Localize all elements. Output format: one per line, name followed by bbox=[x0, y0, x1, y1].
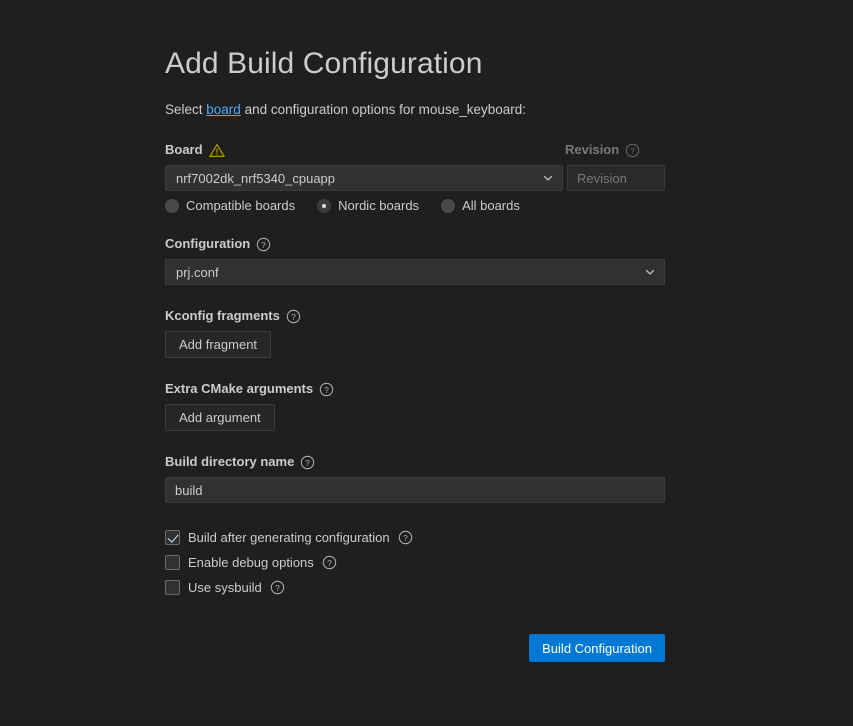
help-circle-icon[interactable]: ? bbox=[398, 530, 413, 545]
svg-text:?: ? bbox=[291, 311, 296, 321]
warning-triangle-icon bbox=[208, 142, 225, 158]
configuration-select-value: prj.conf bbox=[176, 264, 219, 280]
intro-text: Select board and configuration options f… bbox=[165, 101, 665, 119]
option-label: Build after generating configuration bbox=[188, 530, 390, 545]
configuration-field-group: Configuration ? prj.conf bbox=[165, 235, 665, 285]
board-revision-labels: Board Revision ? bbox=[165, 141, 665, 159]
option-build-after-generating[interactable]: Build after generating configuration ? bbox=[165, 527, 665, 548]
board-select[interactable]: nrf7002dk_nrf5340_cpuapp bbox=[165, 165, 563, 191]
svg-text:?: ? bbox=[275, 583, 280, 593]
build-options-group: Build after generating configuration ? E… bbox=[165, 527, 665, 598]
extra-cmake-arguments-label: Extra CMake arguments bbox=[165, 381, 314, 396]
radio-compatible-boards[interactable]: Compatible boards bbox=[165, 199, 295, 213]
svg-text:?: ? bbox=[324, 384, 329, 394]
configuration-select[interactable]: prj.conf bbox=[165, 259, 665, 285]
help-circle-icon[interactable]: ? bbox=[319, 382, 334, 397]
svg-text:?: ? bbox=[305, 457, 310, 467]
radio-mark bbox=[441, 199, 456, 213]
build-configuration-button[interactable]: Build Configuration bbox=[529, 634, 665, 662]
chevron-down-icon bbox=[644, 266, 656, 278]
board-select-value: nrf7002dk_nrf5340_cpuapp bbox=[176, 170, 336, 186]
build-directory-group: Build directory name ? bbox=[165, 453, 665, 503]
help-circle-icon[interactable]: ? bbox=[625, 143, 640, 158]
svg-text:?: ? bbox=[261, 239, 266, 249]
checkbox-mark-checked[interactable] bbox=[165, 530, 180, 545]
form-container: Add Build Configuration Select board and… bbox=[165, 44, 665, 662]
kconfig-fragments-group: Kconfig fragments ? Add fragment bbox=[165, 307, 665, 358]
checkbox-mark[interactable] bbox=[165, 555, 180, 570]
radio-label: Compatible boards bbox=[186, 198, 296, 213]
radio-mark-selected bbox=[317, 199, 332, 213]
board-label: Board bbox=[165, 142, 203, 157]
form-footer: Build Configuration bbox=[165, 634, 665, 662]
add-argument-button[interactable]: Add argument bbox=[165, 404, 275, 431]
help-circle-icon[interactable]: ? bbox=[286, 309, 301, 324]
extra-cmake-arguments-group: Extra CMake arguments ? Add argument bbox=[165, 380, 665, 431]
radio-nordic-boards[interactable]: Nordic boards bbox=[317, 199, 419, 213]
svg-text:?: ? bbox=[403, 533, 408, 543]
revision-label: Revision bbox=[565, 142, 620, 157]
option-label: Enable debug options bbox=[188, 555, 314, 570]
svg-text:?: ? bbox=[327, 558, 332, 568]
build-directory-label-row: Build directory name ? bbox=[165, 453, 665, 471]
build-directory-label: Build directory name bbox=[165, 454, 295, 469]
chevron-down-icon bbox=[542, 172, 554, 184]
kconfig-fragments-label-row: Kconfig fragments ? bbox=[165, 307, 665, 325]
radio-mark bbox=[165, 199, 179, 213]
radio-label: All boards bbox=[462, 198, 520, 213]
help-circle-icon[interactable]: ? bbox=[256, 237, 271, 252]
page-title: Add Build Configuration bbox=[165, 47, 483, 80]
help-circle-icon[interactable]: ? bbox=[300, 455, 315, 470]
extra-cmake-arguments-label-row: Extra CMake arguments ? bbox=[165, 380, 665, 398]
build-directory-input[interactable] bbox=[165, 477, 665, 503]
configuration-label-row: Configuration ? bbox=[165, 235, 665, 253]
intro-prefix: Select bbox=[165, 102, 207, 117]
checkbox-mark[interactable] bbox=[165, 580, 180, 595]
add-fragment-button[interactable]: Add fragment bbox=[165, 331, 272, 358]
board-link[interactable]: board bbox=[206, 102, 241, 117]
revision-input[interactable] bbox=[567, 165, 665, 191]
option-label: Use sysbuild bbox=[188, 580, 262, 595]
help-circle-icon[interactable]: ? bbox=[322, 555, 337, 570]
radio-label: Nordic boards bbox=[338, 198, 420, 213]
help-circle-icon[interactable]: ? bbox=[270, 580, 285, 595]
board-filter-radio-group: Compatible boards Nordic boards All boar… bbox=[165, 199, 665, 213]
option-enable-debug[interactable]: Enable debug options ? bbox=[165, 552, 665, 573]
board-field-group: Board Revision ? nrf7002dk_nrf5340_cpuap… bbox=[165, 141, 665, 213]
radio-all-boards[interactable]: All boards bbox=[441, 199, 520, 213]
intro-suffix: and configuration options for mouse_keyb… bbox=[240, 102, 526, 117]
board-row: nrf7002dk_nrf5340_cpuapp bbox=[165, 165, 665, 191]
kconfig-fragments-label: Kconfig fragments bbox=[165, 308, 280, 323]
option-use-sysbuild[interactable]: Use sysbuild ? bbox=[165, 577, 665, 598]
configuration-label: Configuration bbox=[165, 236, 251, 251]
svg-text:?: ? bbox=[630, 145, 635, 155]
add-build-configuration-page: Add Build Configuration Select board and… bbox=[0, 0, 853, 726]
